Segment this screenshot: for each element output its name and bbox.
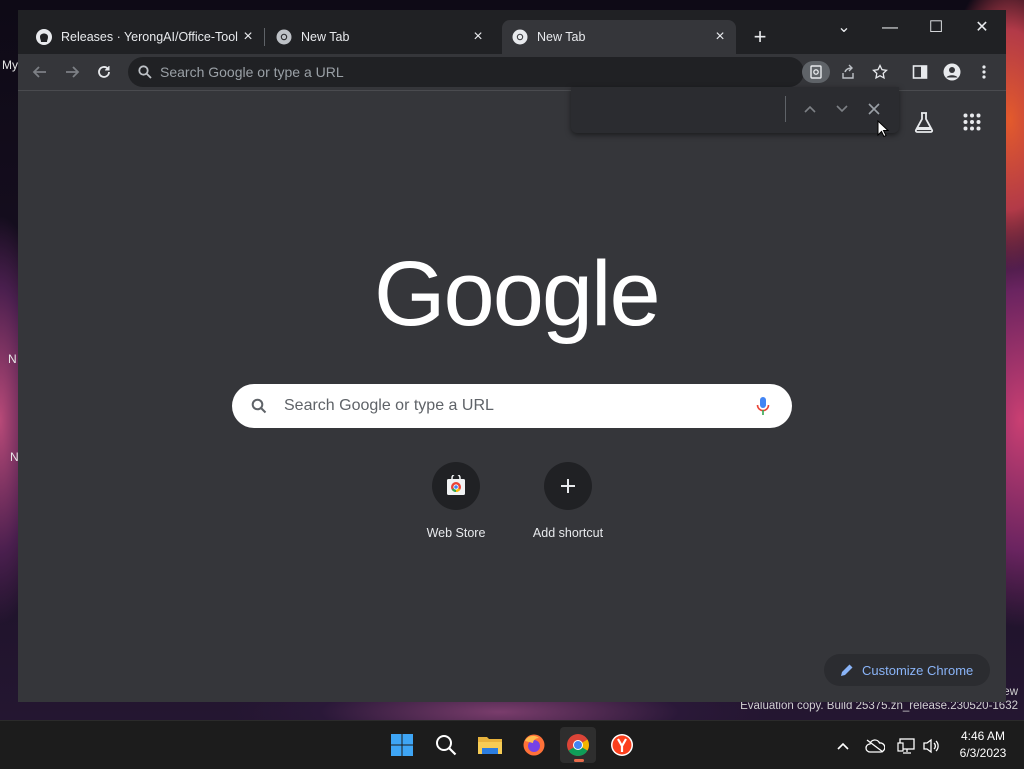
shortcut-tile xyxy=(432,462,480,510)
system-clock[interactable]: 4:46 AM 6/3/2023 xyxy=(952,728,1014,762)
omnibox-placeholder: Search Google or type a URL xyxy=(160,64,344,80)
desktop-icon-label[interactable]: My xyxy=(2,58,18,72)
minimize-button[interactable]: — xyxy=(868,14,912,42)
github-icon xyxy=(36,29,52,45)
taskbar-firefox[interactable] xyxy=(516,727,552,763)
chevron-up-icon xyxy=(804,105,816,113)
tab-close-icon[interactable]: × xyxy=(238,28,258,46)
chrome-icon xyxy=(567,734,589,756)
customize-chrome-button[interactable]: Customize Chrome xyxy=(824,654,990,686)
yandex-icon xyxy=(611,734,633,756)
taskbar-yandex[interactable] xyxy=(604,727,640,763)
find-input[interactable] xyxy=(581,95,777,125)
mouse-cursor-icon xyxy=(877,120,889,138)
back-button[interactable] xyxy=(26,58,54,86)
profile-icon xyxy=(943,63,961,81)
tab-releases[interactable]: Releases · YerongAI/Office-Tool × xyxy=(26,20,264,54)
new-tab-button[interactable]: + xyxy=(746,24,774,52)
chevron-down-icon xyxy=(836,105,848,113)
omnibox[interactable]: Search Google or type a URL xyxy=(128,57,888,87)
shortcut-label: Web Store xyxy=(426,526,486,540)
toolbar: Search Google or type a URL xyxy=(18,54,1006,91)
add-shortcut-button[interactable]: Add shortcut xyxy=(512,462,624,540)
ntp-search-box[interactable]: Search Google or type a URL xyxy=(232,384,792,428)
find-bar-divider xyxy=(785,96,786,122)
close-window-button[interactable]: ✕ xyxy=(960,14,1004,42)
tray-onedrive[interactable] xyxy=(864,735,886,757)
find-previous-button[interactable] xyxy=(799,98,821,120)
labs-button[interactable] xyxy=(910,108,938,136)
bookmark-button[interactable] xyxy=(869,61,891,83)
plus-icon xyxy=(561,479,575,493)
taskbar: 4:46 AM 6/3/2023 xyxy=(0,720,1024,769)
share-icon xyxy=(842,64,854,79)
web-store-icon xyxy=(447,475,465,495)
microphone-icon[interactable] xyxy=(756,396,770,416)
tab-title: Releases · YerongAI/Office-Tool xyxy=(61,30,238,44)
tray-overflow-button[interactable] xyxy=(832,735,854,757)
taskbar-chrome[interactable] xyxy=(560,727,596,763)
google-apps-button[interactable] xyxy=(958,108,986,136)
reload-button[interactable] xyxy=(90,58,118,86)
arrow-left-icon xyxy=(32,66,46,78)
active-app-indicator xyxy=(574,759,584,762)
page-search-icon xyxy=(810,65,822,79)
search-icon xyxy=(251,398,267,414)
network-icon xyxy=(897,738,915,754)
profile-button[interactable] xyxy=(938,58,966,86)
tab-strip: Releases · YerongAI/Office-Tool × New Ta… xyxy=(18,10,1006,54)
tab-new-tab[interactable]: New Tab × xyxy=(266,20,494,54)
find-next-button[interactable] xyxy=(831,98,853,120)
shortcut-web-store[interactable]: Web Store xyxy=(400,462,512,540)
chevron-up-icon xyxy=(837,742,849,750)
cloud-off-icon xyxy=(865,739,885,753)
google-logo: Google xyxy=(374,243,661,345)
tab-title: New Tab xyxy=(537,30,586,44)
close-icon xyxy=(868,103,880,115)
ntp-search-placeholder: Search Google or type a URL xyxy=(284,397,494,414)
customize-chrome-label: Customize Chrome xyxy=(862,662,974,678)
search-icon xyxy=(436,735,457,756)
menu-button[interactable] xyxy=(970,58,998,86)
reload-icon xyxy=(98,66,110,78)
chrome-icon xyxy=(276,29,292,45)
firefox-icon xyxy=(523,734,545,756)
search-icon xyxy=(138,65,152,79)
tab-close-icon[interactable]: × xyxy=(710,28,730,46)
tab-divider xyxy=(264,28,265,46)
clock-date: 6/3/2023 xyxy=(959,746,1007,760)
flask-icon xyxy=(914,112,934,133)
forward-button[interactable] xyxy=(58,58,86,86)
more-vert-icon xyxy=(982,65,986,79)
find-close-button[interactable] xyxy=(863,98,885,120)
start-button[interactable] xyxy=(384,727,420,763)
tab-title: New Tab xyxy=(301,30,350,44)
side-panel-icon xyxy=(912,65,928,79)
shortcut-tile xyxy=(544,462,592,510)
tray-volume[interactable] xyxy=(920,735,942,757)
chrome-window: Releases · YerongAI/Office-Tool × New Ta… xyxy=(18,10,1006,702)
volume-icon xyxy=(923,738,939,754)
apps-grid-icon xyxy=(963,113,981,131)
find-bar xyxy=(571,87,899,138)
taskbar-file-explorer[interactable] xyxy=(472,727,508,763)
windows-start-icon xyxy=(391,734,413,756)
pencil-icon xyxy=(841,664,853,676)
arrow-right-icon xyxy=(66,66,80,78)
file-explorer-icon xyxy=(478,737,502,754)
find-in-page-button[interactable] xyxy=(802,61,830,83)
tray-network[interactable] xyxy=(896,735,918,757)
star-icon xyxy=(872,64,888,80)
shortcut-label: Add shortcut xyxy=(532,526,604,540)
maximize-button[interactable]: ☐ xyxy=(914,14,958,42)
tab-search-button[interactable]: ⌄ xyxy=(822,14,866,42)
share-button[interactable] xyxy=(837,61,859,83)
clock-time: 4:46 AM xyxy=(960,729,1006,743)
desktop-icon-label[interactable]: N xyxy=(8,352,17,366)
tab-new-tab-active[interactable]: New Tab × xyxy=(502,20,736,54)
taskbar-search-button[interactable] xyxy=(428,727,464,763)
tab-close-icon[interactable]: × xyxy=(468,28,488,46)
chrome-icon xyxy=(512,29,528,45)
side-panel-button[interactable] xyxy=(906,58,934,86)
